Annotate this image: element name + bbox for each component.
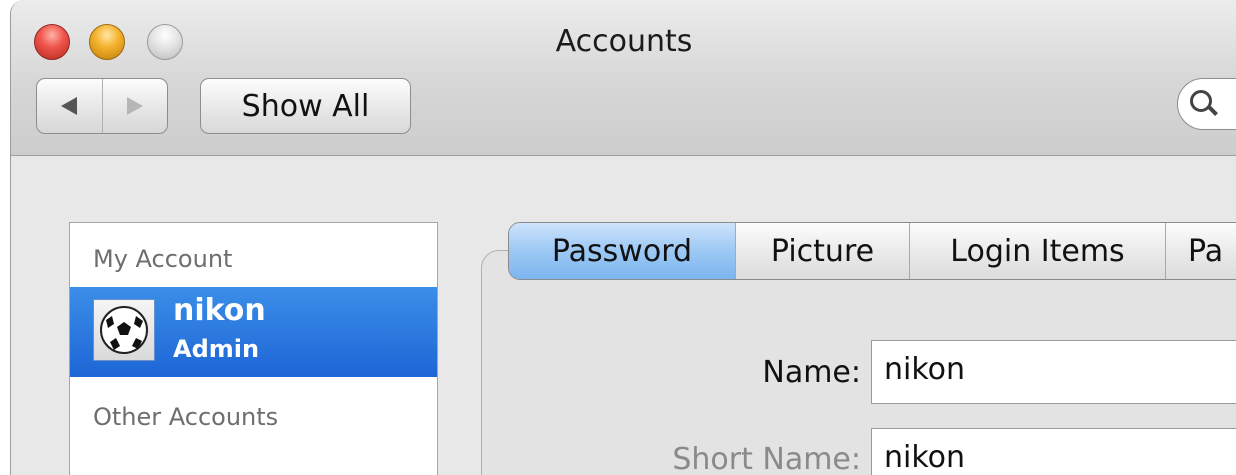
account-row-nikon[interactable]: nikon Admin bbox=[70, 287, 437, 377]
other-accounts-header: Other Accounts bbox=[93, 403, 279, 431]
tab-login-items[interactable]: Login Items bbox=[909, 223, 1165, 279]
tab-password[interactable]: Password bbox=[509, 223, 735, 279]
my-account-header: My Account bbox=[93, 245, 233, 273]
forward-button[interactable] bbox=[101, 79, 168, 133]
soccer-ball-icon bbox=[100, 306, 148, 354]
short-name-field[interactable]: nikon bbox=[871, 428, 1236, 475]
accounts-list[interactable]: My Account nikon Admin Other Accounts bbox=[69, 222, 438, 475]
back-button[interactable] bbox=[37, 79, 102, 133]
tab-picture[interactable]: Picture bbox=[735, 223, 909, 279]
account-role: Admin bbox=[173, 335, 260, 363]
tab-parental-controls[interactable]: Pa bbox=[1165, 223, 1236, 279]
tab-bar: Password Picture Login Items Pa bbox=[508, 222, 1236, 280]
account-name: nikon bbox=[173, 293, 266, 328]
short-name-label: Short Name: bbox=[672, 442, 861, 475]
show-all-button[interactable]: Show All bbox=[200, 78, 411, 134]
search-field[interactable] bbox=[1177, 78, 1236, 130]
back-forward-control bbox=[36, 78, 168, 134]
forward-arrow-icon bbox=[126, 97, 143, 115]
back-arrow-icon bbox=[61, 97, 78, 115]
window-title: Accounts bbox=[555, 24, 693, 59]
accounts-window: Accounts Show All My Account nikon Admin… bbox=[10, 0, 1236, 475]
name-field[interactable]: nikon bbox=[871, 340, 1236, 404]
magnifier-handle bbox=[1208, 106, 1218, 116]
user-avatar bbox=[93, 299, 155, 361]
name-label: Name: bbox=[762, 355, 861, 390]
window-titlebar: Accounts Show All bbox=[11, 0, 1236, 156]
